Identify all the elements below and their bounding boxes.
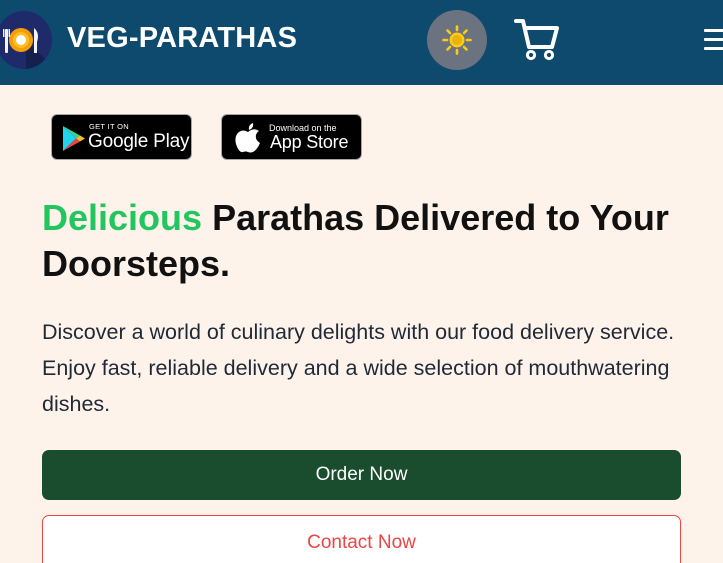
hero-headline: Delicious Parathas Delivered to Your Doo… xyxy=(42,195,692,287)
google-play-big-text: Google Play xyxy=(88,131,190,152)
order-now-button[interactable]: Order Now xyxy=(42,450,681,500)
apple-icon xyxy=(235,123,260,153)
hamburger-menu-icon[interactable] xyxy=(704,28,723,54)
contact-now-button[interactable]: Contact Now xyxy=(42,515,681,563)
cart-button[interactable] xyxy=(514,16,560,62)
google-play-icon xyxy=(63,126,85,151)
brand-name[interactable]: VEG-PARATHAS xyxy=(67,22,297,55)
hero-description: Discover a world of culinary delights wi… xyxy=(42,320,675,416)
google-play-badge[interactable]: GET IT ON Google Play xyxy=(51,114,192,160)
app-store-big-text: App Store xyxy=(270,132,349,152)
app-store-badge[interactable]: Download on the App Store xyxy=(221,114,362,160)
theme-toggle-button[interactable] xyxy=(427,10,487,70)
google-play-small-text: GET IT ON xyxy=(89,122,129,131)
cart-icon xyxy=(514,19,559,61)
sun-icon xyxy=(442,25,472,55)
navbar: VEG-PARATHAS xyxy=(0,0,723,85)
headline-accent: Delicious xyxy=(42,197,203,238)
plate-fork-knife-icon[interactable] xyxy=(0,11,52,69)
